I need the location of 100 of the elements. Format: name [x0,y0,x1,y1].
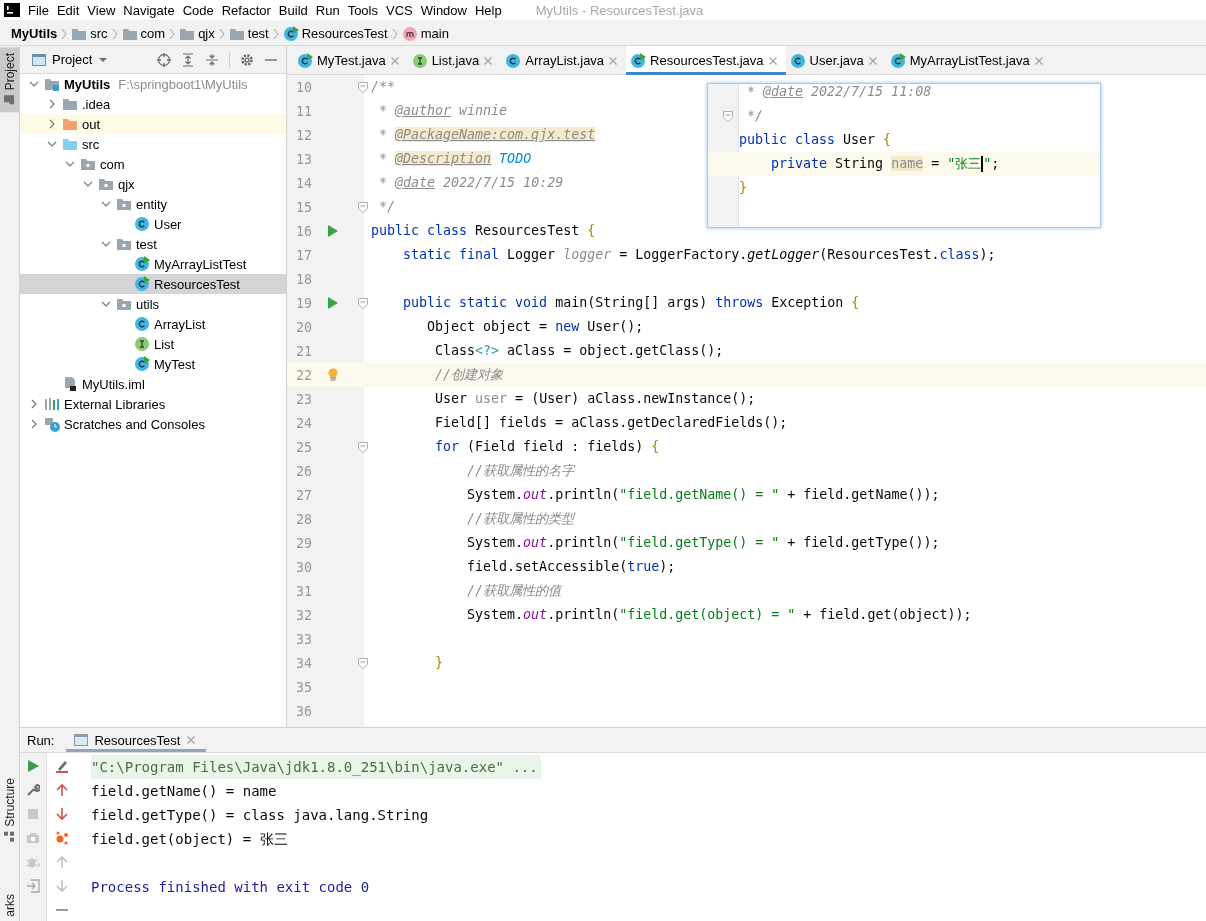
panel-icon [32,53,46,66]
arrow-down-icon[interactable] [55,879,69,893]
tree-item[interactable]: src [20,134,286,154]
close-icon[interactable] [767,55,778,66]
package-icon [116,236,132,252]
close-icon[interactable] [1033,55,1044,66]
tool-window-button[interactable]: Structure [0,771,19,849]
settings-icon[interactable] [240,52,254,67]
line-number: 14 [295,175,312,191]
tree-item[interactable]: List [20,334,286,354]
line-number: 21 [295,343,312,359]
exit-icon[interactable] [26,879,40,893]
run-tab[interactable]: ResourcesTest [66,728,207,752]
fold-icon[interactable] [358,81,368,93]
line-number: 11 [295,103,312,119]
tree-item[interactable]: MyUtils.iml [20,374,286,394]
close-icon[interactable] [186,735,197,745]
run-icon[interactable] [26,759,40,773]
line-number: 10 [295,79,312,95]
hub-icon[interactable] [55,831,69,845]
locate-icon[interactable] [157,52,171,67]
breadcrumb[interactable]: test [228,25,269,42]
menu-item[interactable]: Navigate [119,2,179,18]
line-number: 25 [295,439,312,455]
fold-icon[interactable] [358,441,368,453]
code-line: for (Field field : fields) { [434,438,660,456]
menu-item[interactable]: Code [178,2,218,18]
editor-tab[interactable]: User.java [785,46,886,75]
close-icon[interactable] [389,55,400,66]
camera-icon[interactable] [26,831,40,845]
editor-tab[interactable]: List.java [407,46,502,75]
menu-item[interactable]: Window [416,2,471,18]
app-logo-icon[interactable] [4,3,20,17]
breadcrumb[interactable]: com [121,25,166,42]
tree-item[interactable]: Scratches and Consoles [20,414,286,434]
breadcrumb[interactable]: MyUtils [11,26,58,41]
code-line: //获取属性的值 [466,582,562,600]
soft-wrap-icon[interactable] [55,759,69,773]
code-line: * @PackageName:com.qjx.test [378,126,596,144]
tree-item[interactable]: MyUtils F:\springboot1\MyUtils [20,74,286,94]
tree-item[interactable]: .idea [20,94,286,114]
tree-item[interactable]: MyTest [20,354,286,374]
breadcrumb[interactable]: qjx [179,25,215,42]
run-icon[interactable] [327,296,339,310]
fold-icon[interactable] [358,297,368,309]
tree-item[interactable]: entity [20,194,286,214]
tree-item[interactable]: MyArrayListTest [20,254,286,274]
breadcrumb[interactable]: ResourcesTest [282,25,388,42]
tree-item[interactable]: qjx [20,174,286,194]
close-icon[interactable] [608,55,619,66]
tree-item[interactable]: out [20,114,286,134]
fold-icon[interactable] [358,657,368,669]
tree-item[interactable]: com [20,154,286,174]
menu-item[interactable]: Help [470,2,506,18]
editor-tab[interactable]: ArrayList.java [501,46,627,75]
line-number: 17 [295,247,312,263]
tool-window-button[interactable]: Project [0,47,19,113]
menu-item[interactable]: VCS [382,2,417,18]
line-number: 36 [295,703,312,719]
tree-item[interactable]: utils [20,294,286,314]
arrow-up-icon[interactable] [55,855,69,869]
close-icon[interactable] [483,55,494,66]
run-icon[interactable] [327,224,339,238]
console-icon [74,734,89,746]
menu-item[interactable]: File [24,2,53,18]
tree-item[interactable]: User [20,214,286,234]
tool-window-button[interactable]: arks [0,888,19,921]
interface-icon [134,336,150,352]
collapse-all-icon[interactable] [205,52,219,67]
arrow-up-icon[interactable] [55,783,69,797]
editor-tab[interactable]: MyArrayListTest.java [885,46,1052,75]
menu-item[interactable]: Run [311,2,344,18]
editor-tab[interactable]: MyTest.java [293,46,408,75]
menu-item[interactable]: Refactor [217,2,275,18]
code-line: * @date 2022/7/15 10:29 [378,174,564,192]
lightbulb-icon[interactable] [327,368,339,382]
wrench-icon[interactable] [26,783,40,797]
menu-item[interactable]: Tools [343,2,382,18]
menu-item[interactable]: Build [274,2,312,18]
breadcrumb[interactable]: main [401,25,449,42]
fold-icon[interactable] [358,201,368,213]
tree-item[interactable]: External Libraries [20,394,286,414]
tree-item[interactable]: ArrayList [20,314,286,334]
class-icon [630,52,647,69]
tree-item[interactable]: ResourcesTest [20,274,286,294]
project-view-dropdown[interactable]: Project [32,52,109,67]
fold-icon[interactable] [723,110,733,122]
line-number: 22 [295,367,312,383]
expand-all-icon[interactable] [181,52,195,67]
line-number: 27 [295,487,312,503]
tree-item[interactable]: test [20,234,286,254]
editor-tab[interactable]: ResourcesTest.java [626,46,786,75]
close-icon[interactable] [867,55,878,66]
file-icon [62,376,78,392]
menu-item[interactable]: View [83,2,120,18]
class-icon [134,356,150,372]
arrow-down-icon[interactable] [55,807,69,821]
breadcrumb[interactable]: src [71,25,108,42]
menu-item[interactable]: Edit [52,2,84,18]
stop-icon[interactable] [26,807,40,821]
